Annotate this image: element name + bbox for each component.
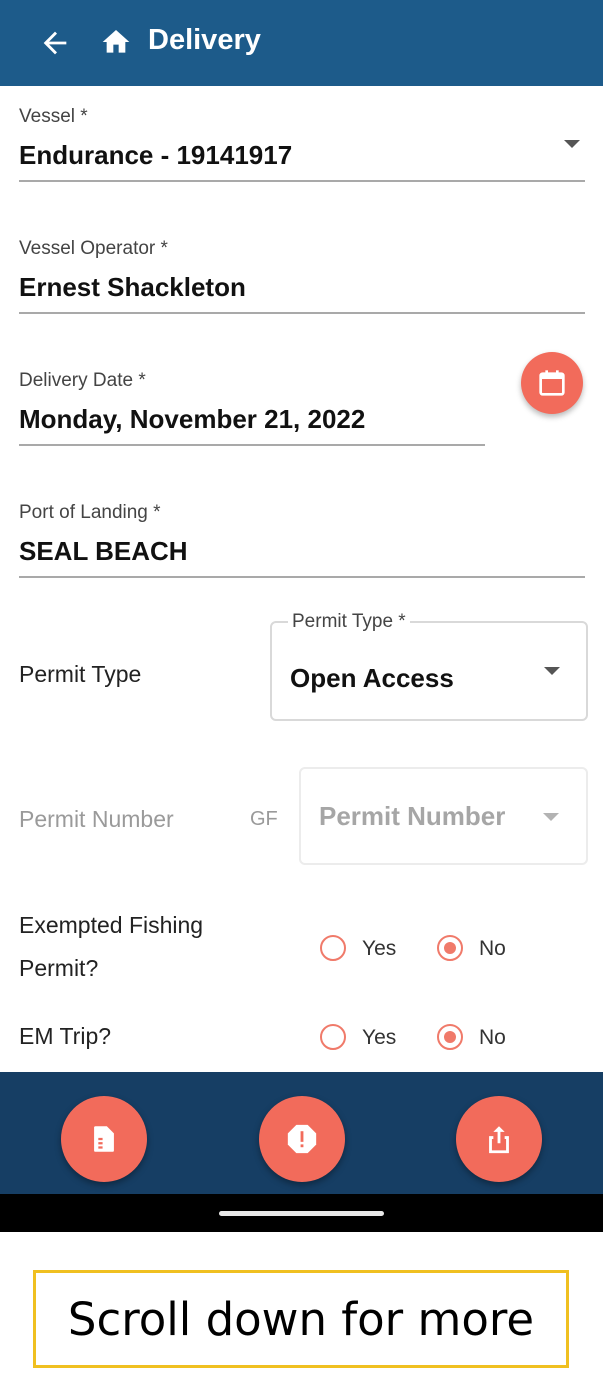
delivery-date-field[interactable]: Monday, November 21, 2022 <box>19 404 365 435</box>
home-icon[interactable] <box>100 26 132 58</box>
exempted-fishing-label-line2: Permit? <box>19 955 99 981</box>
em-trip-no-label[interactable]: No <box>479 1026 506 1050</box>
chevron-down-icon[interactable] <box>564 140 580 148</box>
alert-octagon-icon <box>287 1124 317 1154</box>
scroll-note: Scroll down for more <box>33 1270 569 1368</box>
delivery-date-underline <box>19 444 485 446</box>
em-trip-yes-radio[interactable] <box>320 1024 346 1050</box>
exempted-fishing-yes-radio[interactable] <box>320 935 346 961</box>
exempted-fishing-yes-label[interactable]: Yes <box>362 937 396 961</box>
app-bar: Delivery <box>0 0 603 86</box>
permit-number-placeholder: Permit Number <box>319 801 506 831</box>
calendar-icon <box>539 370 565 396</box>
share-upload-icon <box>489 1126 509 1154</box>
arrow-left-icon[interactable] <box>38 26 72 60</box>
vessel-operator-field[interactable]: Ernest Shackleton <box>19 272 246 303</box>
system-nav-bar <box>0 1194 603 1232</box>
em-trip-yes-label[interactable]: Yes <box>362 1026 396 1050</box>
port-of-landing-label: Port of Landing * <box>19 502 161 523</box>
permit-type-box-label: Permit Type * <box>288 611 410 633</box>
vessel-operator-underline <box>19 312 585 314</box>
document-button[interactable] <box>61 1096 147 1182</box>
vessel-label: Vessel * <box>19 106 88 127</box>
vessel-select[interactable]: Endurance - 19141917 <box>19 140 292 171</box>
permit-number-select[interactable]: Permit Number <box>299 767 588 865</box>
port-of-landing-field[interactable]: SEAL BEACH <box>19 536 188 567</box>
chevron-down-icon <box>543 813 559 821</box>
permit-type-row-label: Permit Type <box>19 661 142 687</box>
permit-type-select[interactable]: Permit Type * Open Access <box>270 611 588 721</box>
share-button[interactable] <box>456 1096 542 1182</box>
permit-type-value: Open Access <box>290 663 454 693</box>
delivery-date-label: Delivery Date * <box>19 370 146 391</box>
exempted-fishing-no-radio[interactable] <box>437 935 463 961</box>
exempted-fishing-label-line1: Exempted Fishing <box>19 912 204 938</box>
calendar-button[interactable] <box>521 352 583 414</box>
home-gesture-handle[interactable] <box>219 1211 384 1216</box>
chevron-down-icon <box>544 667 560 675</box>
permit-number-row-label: Permit Number <box>19 806 174 832</box>
exempted-fishing-no-label[interactable]: No <box>479 937 506 961</box>
document-icon <box>94 1126 114 1152</box>
alert-button[interactable] <box>259 1096 345 1182</box>
em-trip-no-radio[interactable] <box>437 1024 463 1050</box>
page-title: Delivery <box>148 24 261 56</box>
permit-number-prefix: GF <box>250 808 278 830</box>
em-trip-label: EM Trip? <box>19 1023 112 1049</box>
port-of-landing-underline <box>19 576 585 578</box>
vessel-underline <box>19 180 585 182</box>
vessel-operator-label: Vessel Operator * <box>19 238 168 259</box>
